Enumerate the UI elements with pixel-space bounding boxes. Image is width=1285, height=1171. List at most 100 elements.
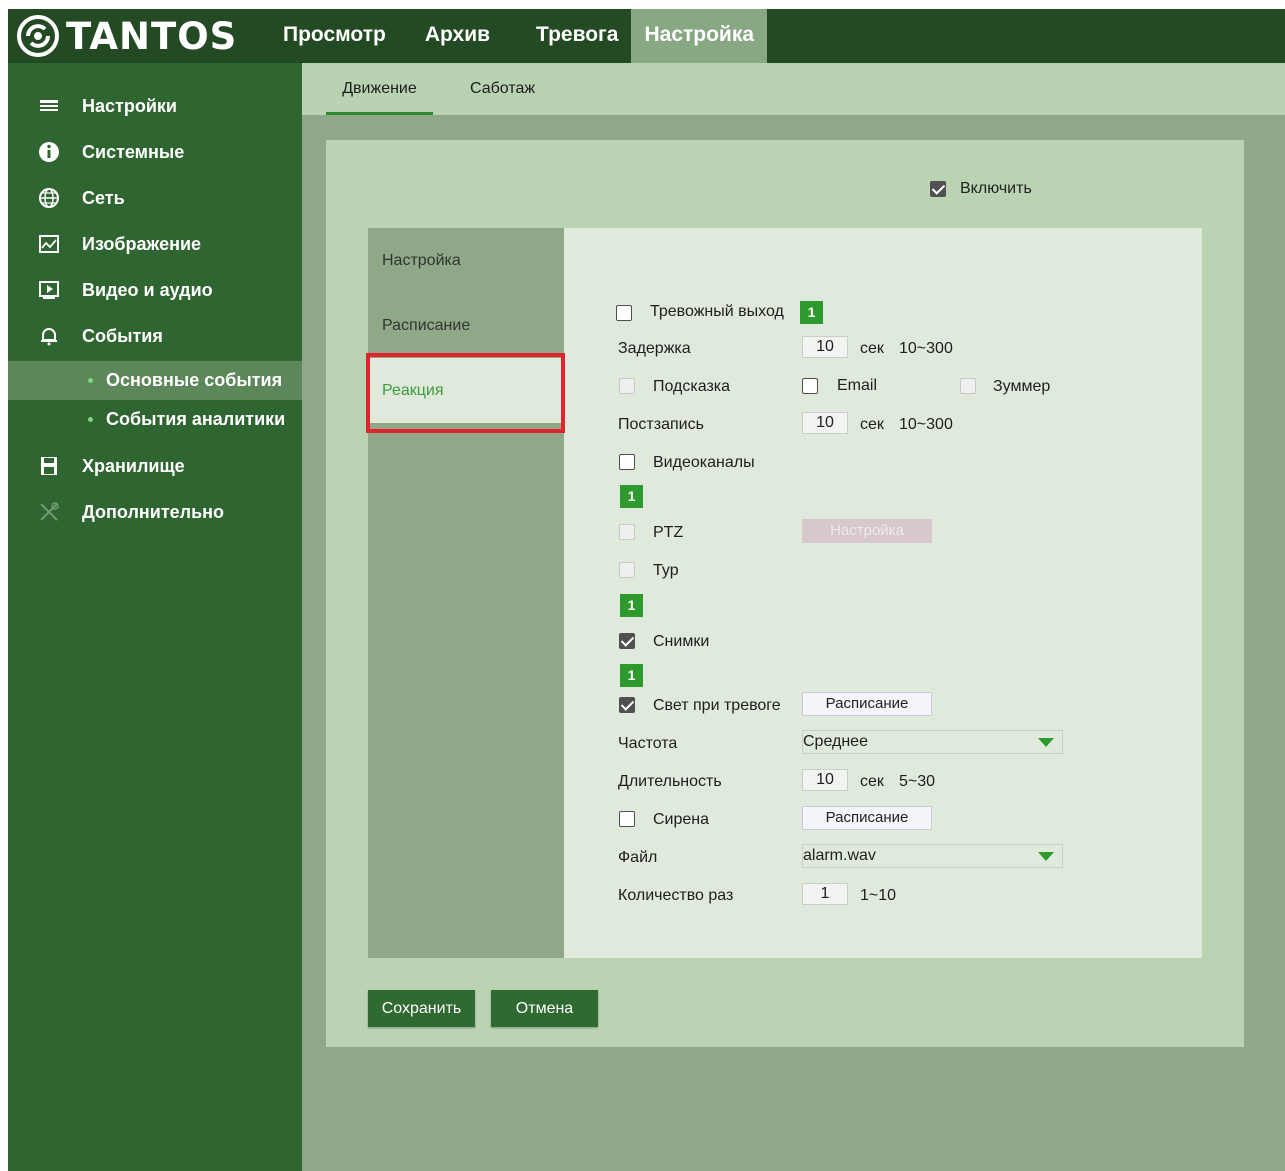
count-range: 1~10 [860,887,897,904]
sidebar-item-label: События [82,325,163,346]
top-bar: TANTOS Просмотр Архив Тревога Настройка [8,9,1285,63]
sidebar-item-label: Дополнительно [82,501,225,522]
alarm-out-checkbox[interactable] [616,305,632,321]
tools-icon [36,499,62,525]
snapshots-label: Снимки [653,633,710,650]
sidebar-item-advanced[interactable]: Дополнительно [8,489,302,535]
sidebar-item-label: Сеть [82,187,125,208]
alarm-light-schedule-button[interactable]: Расписание [802,692,932,716]
sidebar-subitem-basic-events[interactable]: Основные события [8,361,302,400]
vtab-setup[interactable]: Настройка [368,228,564,293]
sidebar-subitem-analytics-events[interactable]: События аналитики [8,400,302,439]
email-checkbox[interactable] [802,378,818,394]
postrecord-label: Постзапись [618,416,704,433]
sidebar-item-image[interactable]: Изображение [8,221,302,267]
frequency-value: Среднее [803,733,868,750]
enable-checkbox[interactable] [930,181,946,197]
duration-label: Длительность [618,773,722,790]
top-nav-alarm[interactable]: Тревога [516,9,631,63]
buzzer-checkbox[interactable] [960,378,976,394]
sidebar-item-label: Видео и аудио [82,279,213,300]
video-icon [36,277,62,303]
count-label: Количество раз [618,887,734,904]
alarm-out-channel[interactable]: 1 [800,301,823,324]
postrecord-unit: сек [860,416,884,433]
globe-icon [36,185,62,211]
cancel-button[interactable]: Отмена [491,990,598,1027]
logo: TANTOS [16,14,237,58]
vtab-schedule[interactable]: Расписание [368,293,564,358]
bell-icon [36,323,62,349]
hint-label: Подсказка [653,378,731,395]
ptz-label: PTZ [653,524,684,541]
image-icon [36,231,62,257]
buzzer-label: Зуммер [993,378,1051,395]
file-value: alarm.wav [803,847,876,864]
sidebar-subitem-label: Основные события [106,370,283,390]
vertical-tabs: Настройка Расписание Реакция [368,228,564,958]
sidebar-item-label: Системные [82,141,185,162]
vtab-reaction[interactable]: Реакция [368,358,564,423]
dropdown-arrow-icon [1038,852,1054,861]
duration-range: 5~30 [899,773,936,790]
delay-input[interactable]: 10 [802,336,848,358]
save-button[interactable]: Сохранить [368,990,475,1027]
ptz-checkbox[interactable] [619,524,635,540]
info-icon [36,139,62,165]
alarm-out-label: Тревожный выход [650,303,784,320]
duration-input[interactable]: 10 [802,769,848,791]
sidebar-item-settings[interactable]: Настройки [8,83,302,129]
video-channels-label: Видеоканалы [653,454,755,471]
video-channels-checkbox[interactable] [619,454,635,470]
app-window: TANTOS Просмотр Архив Тревога Настройка … [8,9,1285,1171]
sidebar-item-storage[interactable]: Хранилище [8,443,302,489]
sidebar-item-label: Хранилище [82,455,185,476]
file-label: Файл [618,849,658,866]
hint-checkbox[interactable] [619,378,635,394]
top-nav-view[interactable]: Просмотр [270,9,399,63]
sidebar-item-network[interactable]: Сеть [8,175,302,221]
snapshots-channel-1[interactable]: 1 [620,664,643,687]
postrecord-input[interactable]: 10 [802,412,848,434]
sidebar: Настройки Системные Сеть Изображение Вид… [8,63,302,1171]
snapshots-checkbox[interactable] [619,633,635,649]
postrecord-range: 10~300 [899,416,953,433]
sidebar-item-events[interactable]: События [8,313,302,359]
enable-label: Включить [960,180,1032,197]
file-select[interactable]: alarm.wav [802,844,1063,868]
main-tabs: Движение Саботаж [302,63,1285,115]
logo-text: TANTOS [66,14,238,58]
sidebar-item-label: Изображение [82,233,202,254]
bullet-icon [88,378,93,383]
ptz-setup-button[interactable]: Настройка [802,519,932,543]
delay-range: 10~300 [899,340,953,357]
sidebar-item-label: Настройки [82,95,177,116]
siren-checkbox[interactable] [619,811,635,827]
tour-label: Тур [653,562,679,579]
list-icon [36,93,62,119]
tab-motion[interactable]: Движение [326,63,433,115]
delay-label: Задержка [618,340,691,357]
frequency-select[interactable]: Среднее [802,730,1063,754]
bullet-icon [88,417,93,422]
sidebar-item-video-audio[interactable]: Видео и аудио [8,267,302,313]
alarm-light-checkbox[interactable] [619,697,635,713]
count-input[interactable]: 1 [802,883,848,905]
reaction-form: Тревожный выход 1 Задержка 10 сек 10~300… [564,228,1202,958]
top-nav-archive[interactable]: Архив [399,9,516,63]
siren-label: Сирена [653,811,710,828]
floppy-icon [36,453,62,479]
frequency-label: Частота [618,735,678,752]
delay-unit: сек [860,340,884,357]
video-channel-1[interactable]: 1 [620,485,643,508]
sidebar-item-system[interactable]: Системные [8,129,302,175]
alarm-light-label: Свет при тревоге [653,697,781,714]
top-nav-settings[interactable]: Настройка [631,9,768,63]
top-nav: Просмотр Архив Тревога Настройка [270,9,768,63]
tour-checkbox[interactable] [619,562,635,578]
tour-channel-1[interactable]: 1 [620,594,643,617]
email-label: Email [837,377,878,394]
siren-schedule-button[interactable]: Расписание [802,806,932,830]
dropdown-arrow-icon [1038,738,1054,747]
tab-sabotage[interactable]: Саботаж [470,63,535,115]
